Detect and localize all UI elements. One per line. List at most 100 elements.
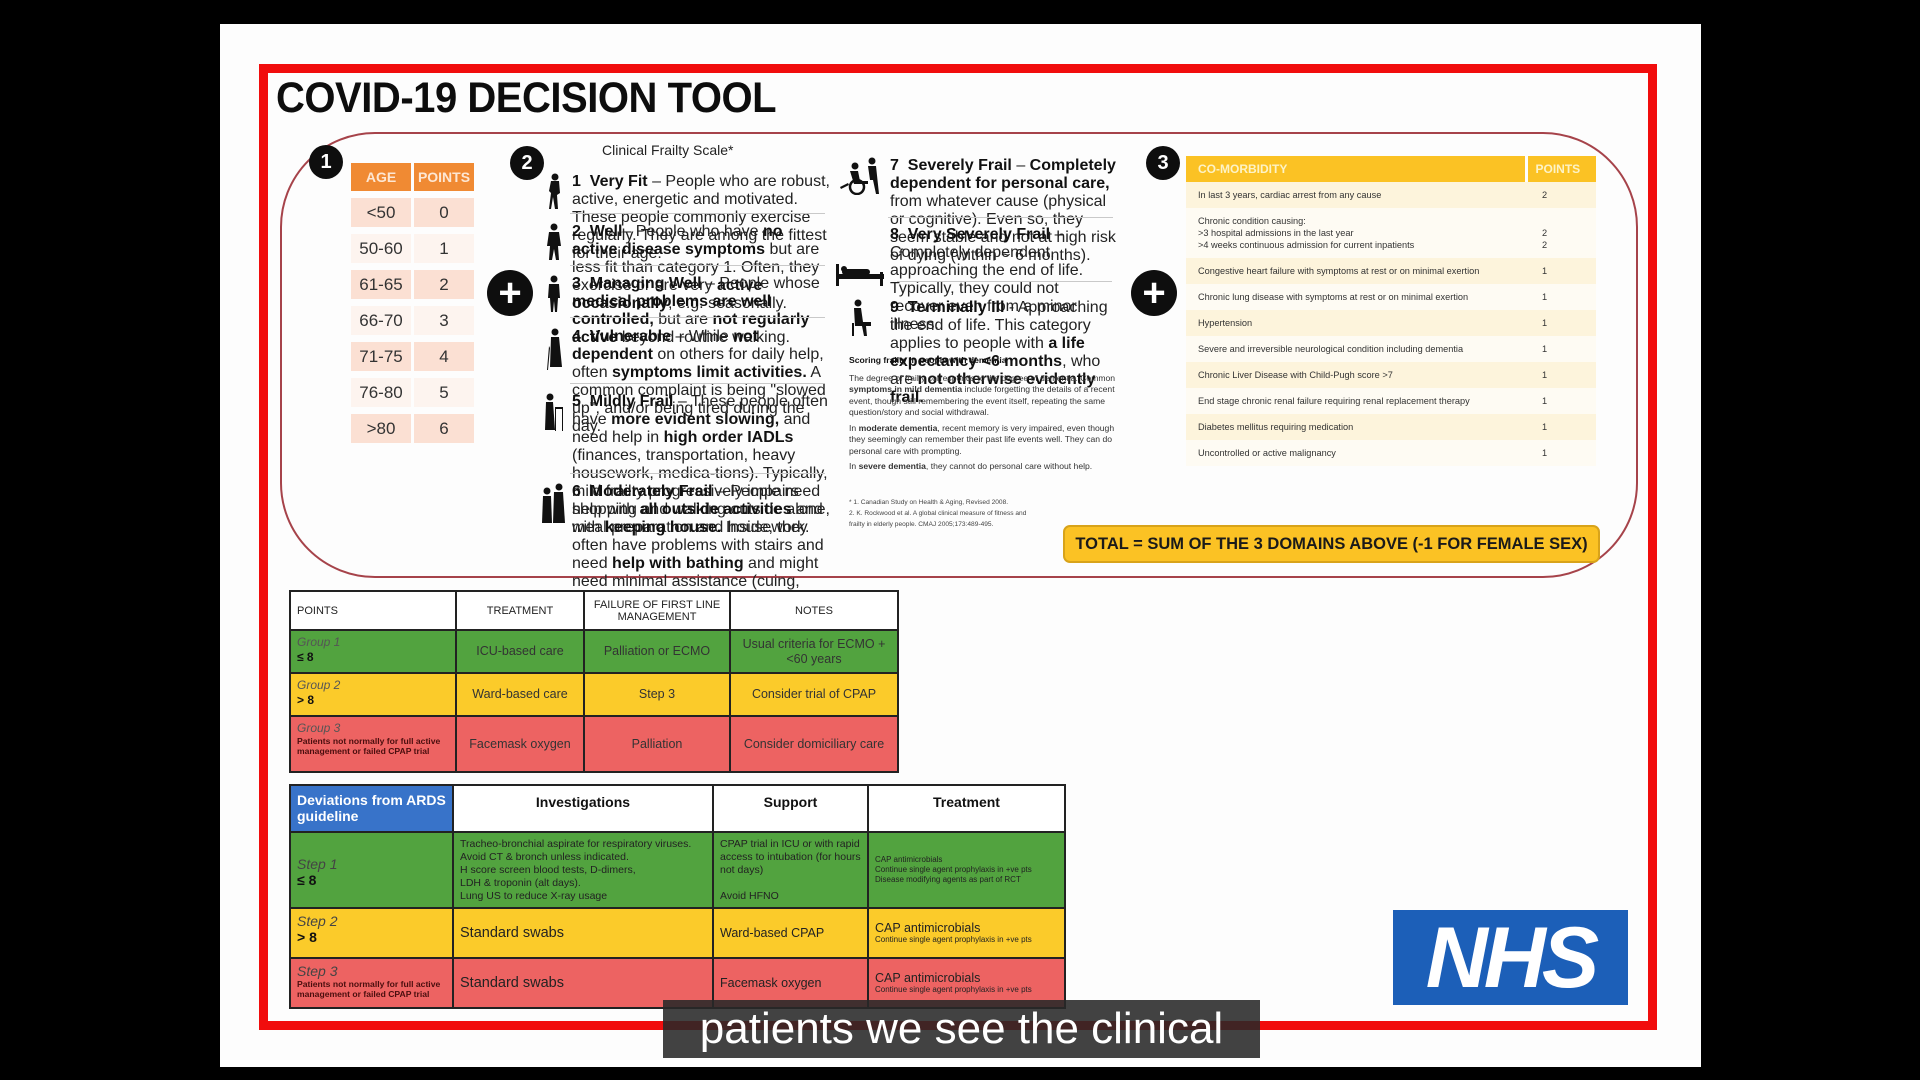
condition: Hypertension [1186,310,1526,336]
nhs-logo: NHS [1393,910,1628,1005]
age-row: 71-75 4 [351,342,474,371]
age-row: <50 0 [351,198,474,227]
group-row: Group 3 Patients not normally for full ac… [289,715,899,773]
condition: Chronic lung disease with symptoms at re… [1186,284,1526,310]
nhs-logo-text: NHS [1425,909,1600,1006]
deviation-header: Deviations from ARDS guideline [289,784,454,833]
group-label: Group 3 Patients not normally for full ac… [289,715,457,773]
condition-points: 1 [1526,284,1596,310]
age-range: 66-70 [351,306,411,335]
divider [570,473,825,474]
comorbidity-row: Congestive heart failure with symptoms a… [1186,258,1596,284]
comorbidity-row: In last 3 years, cardiac arrest from any… [1186,182,1596,208]
step-row: Step 1 ≤ 8 Tracheo-bronchial aspirate for… [289,831,1066,909]
group-label: Group 1 ≤ 8 [289,629,457,674]
comorbidity-row: Uncontrolled or active malignancy 1 [1186,440,1596,466]
support-header: Support [712,784,869,833]
group-failure: Step 3 [583,672,731,717]
condition-points: 1 [1526,388,1596,414]
age-points: 6 [414,414,474,443]
video-subtitle: patients we see the clinical [663,1000,1260,1058]
age-points: 1 [414,234,474,263]
group-row: Group 2 > 8 Ward-based care Step 3 Consid… [289,672,899,717]
condition-points: 1 [1526,362,1596,388]
step-investigations: Tracheo-bronchial aspirate for respirato… [452,831,714,909]
group-label: Group 2 > 8 [289,672,457,717]
points-header: POINTS [414,163,474,191]
condition: Diabetes mellitus requiring medication [1186,414,1526,440]
reference-line: frailty in elderly people. CMAJ 2005;173… [849,521,994,528]
age-range: 61-65 [351,270,411,299]
dementia-severe: In severe dementia, they cannot do perso… [849,461,1093,471]
references: * 1. Canadian Study on Health & Aging, R… [849,497,1079,530]
group-treatment-table: POINTS TREATMENT FAILURE OF FIRST LINE M… [289,590,899,773]
page-title: COVID-19 DECISION TOOL [276,74,777,122]
age-range: 50-60 [351,234,411,263]
domain-1-badge: 1 [309,145,343,179]
group-failure: Palliation [583,715,731,773]
group-notes: Usual criteria for ECMO + <60 years [729,629,899,674]
condition-points: 1 [1526,258,1596,284]
age-range: >80 [351,414,411,443]
step-support: Ward-based CPAP [712,907,869,959]
age-row: 76-80 5 [351,378,474,407]
comorbidity-table: CO-MORBIDITY POINTS In last 3 years, car… [1186,156,1596,466]
condition-points: 22 [1526,208,1596,258]
age-points: 4 [414,342,474,371]
step-treatment: CAP antimicrobials Continue single agent… [867,831,1066,909]
condition: Uncontrolled or active malignancy [1186,440,1526,466]
condition: Congestive heart failure with symptoms a… [1186,258,1526,284]
investigations-header: Investigations [452,784,714,833]
group-treatment: Ward-based care [455,672,585,717]
condition: Chronic condition causing: >3 hospital ad… [1186,208,1526,258]
group-notes: Consider trial of CPAP [729,672,899,717]
divider [570,317,825,318]
plus-icon: + [1131,270,1177,316]
group-row: Group 1 ≤ 8 ICU-based care Palliation or … [289,629,899,674]
group-treatment: ICU-based care [455,629,585,674]
comorbidity-row: Chronic Liver Disease with Child-Pugh sc… [1186,362,1596,388]
comorbidity-row: Diabetes mellitus requiring medication 1 [1186,414,1596,440]
step-label: Step 3 Patients not normally for full act… [289,957,454,1009]
group-notes: Consider domiciliary care [729,715,899,773]
treatment-header: Treatment [867,784,1066,833]
age-row: 61-65 2 [351,270,474,299]
age-header: AGE [351,163,411,191]
comorbidity-row: Hypertension 1 [1186,310,1596,336]
step-treatment: CAP antimicrobials Continue single agent … [867,907,1066,959]
age-range: 71-75 [351,342,411,371]
age-range: 76-80 [351,378,411,407]
divider [897,281,1112,282]
comorbidity-points-header: POINTS [1524,156,1596,182]
group-treatment: Facemask oxygen [455,715,585,773]
dementia-scoring-notes: Scoring frailty in people with dementia … [849,355,1129,477]
condition-points: 1 [1526,440,1596,466]
step-support: CPAP trial in ICU or with rapid access t… [712,831,869,909]
frailty-scale-title: Clinical Frailty Scale* [602,142,734,158]
condition: End stage chronic renal failure requirin… [1186,388,1526,414]
dementia-moderate: In moderate dementia, recent memory is v… [849,422,1115,456]
age-points: 3 [414,306,474,335]
reference-line: 2. K. Rockwood et al. A global clinical … [849,510,1027,517]
divider [570,213,825,214]
failure-column-header: FAILURE OF FIRST LINE MANAGEMENT [583,590,731,631]
comorbidity-header: CO-MORBIDITY [1186,156,1526,182]
dementia-heading: Scoring frailty in people with dementia [849,355,1007,365]
condition: Chronic Liver Disease with Child-Pugh sc… [1186,362,1526,388]
group-failure: Palliation or ECMO [583,629,731,674]
age-range: <50 [351,198,411,227]
bed-icon [836,226,886,286]
comorbidity-row: Chronic lung disease with symptoms at re… [1186,284,1596,310]
age-points-table: AGE POINTS <50 0 50-60 1 61-65 2 66-70 3 71-… [348,156,477,450]
step-row: Step 2 > 8 Standard swabs Ward-based CPAP… [289,907,1066,959]
comorbidity-row: Severe and irreversible neurological con… [1186,336,1596,362]
comorbidity-row: Chronic condition causing: >3 hospital ad… [1186,208,1596,258]
age-row: 50-60 1 [351,234,474,263]
reference-line: * 1. Canadian Study on Health & Aging, R… [849,499,1009,506]
step-label: Step 2 > 8 [289,907,454,959]
age-points: 2 [414,270,474,299]
condition: Severe and irreversible neurological con… [1186,336,1526,362]
ards-deviation-table: Deviations from ARDS guideline Investiga… [289,784,1066,1009]
condition: In last 3 years, cardiac arrest from any… [1186,182,1526,208]
domain-2-badge: 2 [510,146,544,180]
